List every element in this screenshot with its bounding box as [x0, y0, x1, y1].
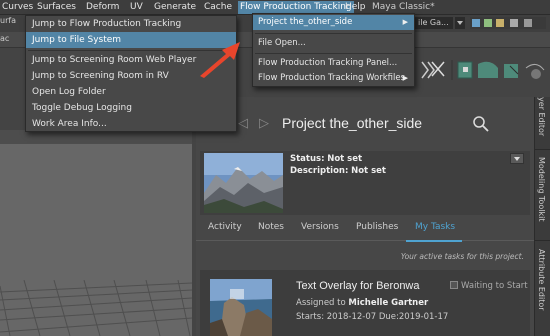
menu-item-work-area-info[interactable]: Work Area Info...: [26, 116, 236, 132]
side-tab-divider: [535, 149, 550, 150]
back-arrow-icon[interactable]: ◁: [238, 116, 248, 131]
tab-activity[interactable]: Activity: [208, 222, 242, 232]
description-value: Not set: [351, 166, 386, 176]
side-tab-attribute-editor[interactable]: Attribute Editor: [537, 249, 546, 311]
menu-curves[interactable]: Curves: [0, 1, 35, 14]
viewport-3d[interactable]: [0, 130, 192, 336]
menu-item-toggle-debug-logging[interactable]: Toggle Debug Logging: [26, 100, 236, 116]
submenu-workfiles-label: Flow Production Tracking Workfiles: [258, 73, 406, 83]
active-tab-indicator: [406, 240, 462, 242]
submenu-item-file-open[interactable]: File Open...: [253, 36, 414, 51]
shelf-tab-partial: ac: [0, 34, 10, 43]
project-submenu: Project the_other_side ▶ File Open... Fl…: [252, 13, 415, 87]
submenu-arrow-icon: ▶: [402, 74, 408, 82]
project-info-card: Status: Not set Description: Not set: [200, 151, 530, 215]
viewport-toolbar: [0, 130, 192, 144]
quick-toolbar: [470, 17, 546, 29]
task-status: Waiting to Start: [450, 281, 528, 291]
shelf-tool-icons[interactable]: [418, 56, 548, 84]
submenu-item-project[interactable]: Project the_other_side ▶: [253, 15, 414, 30]
submenu-separator: [255, 33, 412, 34]
menu-uv[interactable]: UV: [128, 1, 145, 14]
tab-versions[interactable]: Versions: [301, 222, 339, 232]
side-tab-layer-editor[interactable]: yer Editor: [537, 97, 546, 136]
status-label: Status:: [290, 154, 325, 164]
submenu-arrow-icon: ▶: [402, 18, 408, 26]
assigned-label: Assigned to: [296, 298, 346, 308]
task-title[interactable]: Text Overlay for Beronwa: [296, 280, 420, 292]
project-description: Description: Not set: [290, 166, 386, 176]
submenu-item-tracking-panel[interactable]: Flow Production Tracking Panel...: [253, 56, 414, 71]
project-status: Status: Not set: [290, 154, 362, 164]
panel-header: ◁ ▷ Project the_other_side: [196, 111, 534, 137]
task-assignment: Assigned to Michelle Gartner: [296, 298, 428, 308]
description-label: Description:: [290, 166, 349, 176]
assignee-name: Michelle Gartner: [348, 298, 429, 308]
tasks-note: Your active tasks for this project.: [400, 252, 524, 261]
tab-notes[interactable]: Notes: [258, 222, 284, 232]
viewport-grid: [0, 280, 192, 336]
menu-surfaces[interactable]: Surfaces: [35, 1, 78, 14]
status-value: Not set: [327, 154, 363, 164]
submenu-item-tracking-workfiles[interactable]: Flow Production Tracking Workfiles ▶: [253, 71, 414, 86]
task-thumbnail: [210, 279, 272, 336]
workspace-field[interactable]: ile Ga...: [415, 17, 453, 29]
task-card[interactable]: Text Overlay for Beronwa Assigned to Mic…: [200, 270, 530, 336]
right-side-tabs: yer Editor Modeling Toolkit Attribute Ed…: [534, 97, 550, 336]
menu-item-open-log-folder[interactable]: Open Log Folder: [26, 84, 236, 100]
left-edge-text: urfa: [0, 16, 17, 25]
side-tab-modeling-toolkit[interactable]: Modeling Toolkit: [537, 157, 546, 221]
project-thumbnail: [204, 153, 283, 213]
submenu-project-label: Project the_other_side: [258, 17, 353, 27]
project-actions-dropdown[interactable]: [510, 153, 524, 164]
task-status-text: Waiting to Start: [461, 281, 528, 291]
menu-generate[interactable]: Generate: [152, 1, 198, 14]
tab-my-tasks[interactable]: My Tasks: [415, 222, 455, 232]
flow-production-tracking-panel: ◁ ▷ Project the_other_side Status: Not s…: [196, 97, 534, 336]
side-tab-divider: [535, 240, 550, 241]
project-title: Project the_other_side: [282, 115, 423, 131]
workspace-dropdown-icon[interactable]: [455, 17, 465, 29]
forward-arrow-icon[interactable]: ▷: [259, 116, 269, 131]
red-annotation-arrow-icon: [200, 42, 240, 78]
tab-publishes[interactable]: Publishes: [356, 222, 398, 232]
menu-deform[interactable]: Deform: [84, 1, 121, 14]
search-icon[interactable]: [472, 115, 490, 133]
task-dates: Starts: 2018-12-07 Due:2019-01-17: [296, 312, 449, 322]
menu-item-jump-to-flow-production-tracking[interactable]: Jump to Flow Production Tracking: [26, 16, 236, 32]
submenu-separator: [255, 53, 412, 54]
panel-tabs: Activity Notes Versions Publishes My Tas…: [196, 215, 534, 242]
status-checkbox-icon: [450, 281, 458, 289]
menu-cache[interactable]: Cache: [202, 1, 234, 14]
